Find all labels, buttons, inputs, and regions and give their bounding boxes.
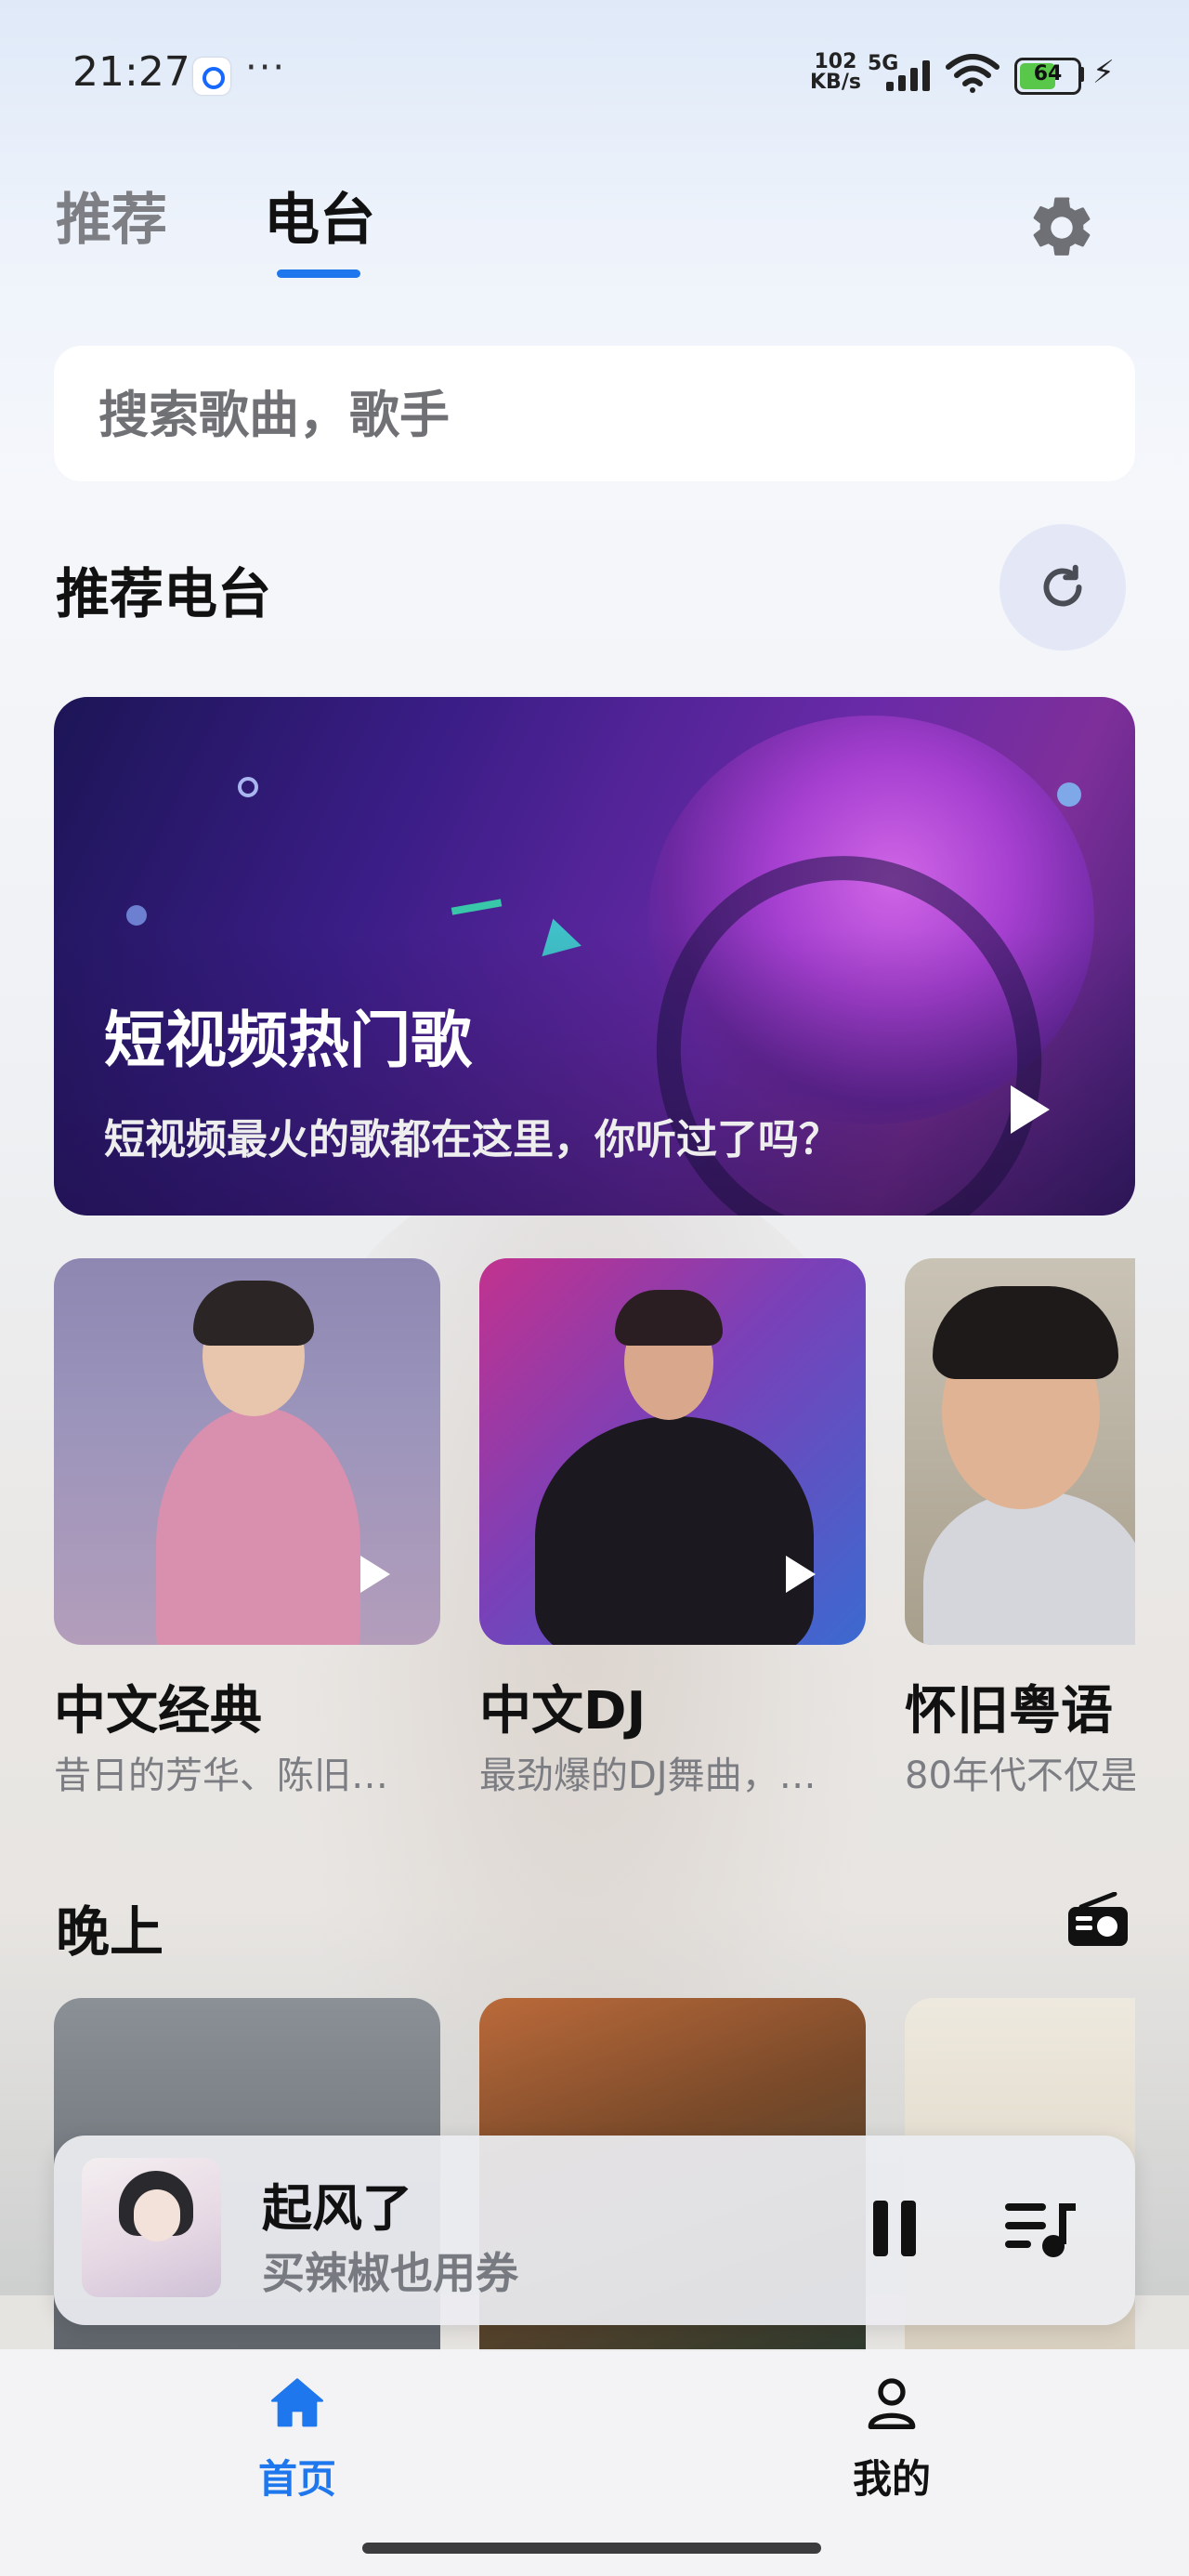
cover-person <box>134 2189 180 2241</box>
charging-icon: ⚡ <box>1092 54 1115 91</box>
refresh-button[interactable] <box>1000 524 1126 651</box>
album-cover[interactable] <box>82 2158 221 2297</box>
settings-gear-icon[interactable] <box>1026 191 1098 264</box>
user-icon <box>868 2378 916 2429</box>
song-title: 起风了 <box>262 2179 412 2238</box>
hero-title: 短视频热门歌 <box>104 1005 472 1076</box>
cover-person <box>193 1281 314 1346</box>
pause-icon <box>901 2201 916 2256</box>
cover-person <box>615 1290 723 1346</box>
cover-person <box>933 1286 1118 1379</box>
nav-home-label: 首页 <box>257 2456 336 2502</box>
tab-radio[interactable]: 电台 <box>264 175 375 256</box>
refresh-icon <box>1043 564 1082 607</box>
cover-person <box>923 1491 1135 1645</box>
radio-card-subtitle: 80年代不仅是 <box>905 1755 1135 1797</box>
network-speed-unit: KB/s <box>810 71 861 94</box>
cover-person <box>535 1416 814 1645</box>
more-notifications-icon: ··· <box>245 46 287 89</box>
pause-icon <box>873 2201 888 2256</box>
mini-player[interactable]: 起风了 买辣椒也用券 <box>54 2136 1135 2325</box>
radio-card-title: 怀旧粤语 <box>905 1681 1113 1741</box>
hero-subtitle: 短视频最火的歌都在这里，你听过了吗？ <box>104 1116 840 1163</box>
signal-icon <box>886 60 930 91</box>
radio-card-title: 中文DJ <box>479 1681 647 1741</box>
app-screen: 21:27 ··· 102 KB/s 5G 64 ⚡ 推荐 电台 搜索歌曲，歌手… <box>0 0 1189 2576</box>
search-input[interactable] <box>97 346 1104 483</box>
play-icon[interactable] <box>786 1556 816 1593</box>
nav-mine-label: 我的 <box>852 2456 931 2502</box>
battery-cap <box>1079 67 1084 82</box>
status-time: 21:27 <box>72 48 190 96</box>
wifi-icon <box>946 54 1000 93</box>
section-title-evening: 晚上 <box>56 1900 164 1964</box>
network-speed-value: 102 <box>814 50 857 73</box>
radio-card-subtitle: 最劲爆的DJ舞曲，… <box>479 1755 817 1797</box>
radio-card-cover[interactable] <box>905 1258 1135 1645</box>
radio-card-cover[interactable] <box>54 1258 440 1645</box>
status-bar: 21:27 ··· 102 KB/s 5G 64 ⚡ <box>0 0 1189 149</box>
hero-banner[interactable]: 短视频热门歌 短视频最火的歌都在这里，你听过了吗？ <box>54 697 1135 1216</box>
nav-mine[interactable]: 我的 <box>799 2373 985 2513</box>
nav-home[interactable]: 首页 <box>204 2373 390 2513</box>
battery-level: 64 <box>1033 62 1063 85</box>
song-artist: 买辣椒也用券 <box>262 2248 518 2298</box>
section-title-recommend-radio: 推荐电台 <box>56 562 272 625</box>
notification-app-icon <box>193 58 230 95</box>
play-icon[interactable] <box>1011 1085 1050 1134</box>
radio-card[interactable]: 怀旧粤语 80年代不仅是 <box>905 1258 1135 1797</box>
radio-card-title: 中文经典 <box>54 1681 262 1741</box>
radio-card[interactable]: 中文DJ 最劲爆的DJ舞曲，… <box>479 1258 866 1797</box>
cover-person <box>156 1407 360 1645</box>
battery-icon: 64 <box>1014 58 1081 95</box>
radio-card-cover[interactable] <box>479 1258 866 1645</box>
playlist-icon[interactable] <box>1003 2197 1078 2262</box>
search-bar[interactable] <box>54 346 1135 483</box>
home-icon <box>271 2378 323 2427</box>
tab-recommend[interactable]: 推荐 <box>56 175 167 256</box>
radio-card[interactable]: 中文经典 昔日的芳华、陈旧… <box>54 1258 440 1797</box>
network-speed: 102 KB/s <box>810 52 861 93</box>
radio-card-subtitle: 昔日的芳华、陈旧… <box>54 1755 388 1797</box>
pause-button[interactable] <box>868 2201 920 2256</box>
home-indicator[interactable] <box>362 2543 821 2554</box>
play-icon[interactable] <box>360 1556 390 1593</box>
radio-icon[interactable] <box>1066 1892 1130 1948</box>
active-tab-indicator <box>277 269 360 278</box>
